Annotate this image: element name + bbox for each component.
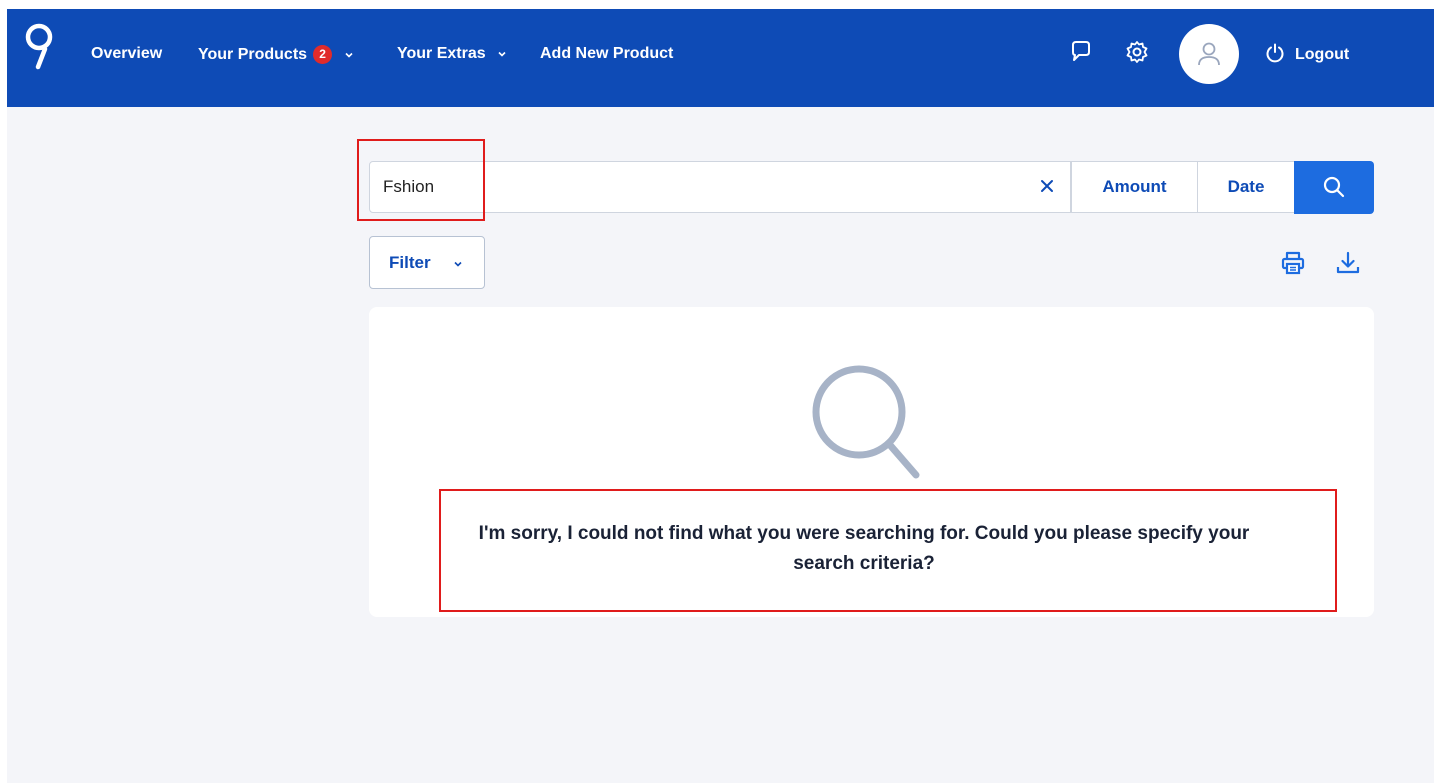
nav-your-extras[interactable]: Your Extras (397, 45, 508, 63)
filter-label: Filter (389, 253, 431, 272)
chevron-down-icon (344, 52, 353, 58)
nav-your-products-label: Your Products (198, 46, 308, 63)
logout-label: Logout (1295, 46, 1350, 63)
products-count-badge: 2 (313, 45, 333, 64)
nav-your-extras-label: Your Extras (397, 45, 486, 62)
results-card: I'm sorry, I could not find what you wer… (369, 307, 1374, 617)
search-icon (1323, 176, 1345, 198)
nav-add-new-product[interactable]: Add New Product (540, 45, 673, 63)
gear-icon[interactable] (1124, 39, 1150, 65)
power-icon (1266, 43, 1284, 63)
close-icon[interactable] (1038, 177, 1056, 195)
search-button[interactable] (1294, 161, 1374, 214)
nav-your-products[interactable]: Your Products 2 (198, 45, 355, 64)
nav-overview-label: Overview (91, 45, 163, 62)
app-frame: Overview Your Products 2 Your Extras Add … (7, 9, 1434, 783)
date-button-label: Date (1227, 177, 1265, 196)
download-icon[interactable] (1335, 250, 1361, 276)
avatar[interactable] (1179, 24, 1239, 84)
chat-icon[interactable] (1068, 39, 1094, 65)
logout-button[interactable]: Logout (1265, 43, 1349, 64)
search-input-highlight (357, 139, 485, 221)
amount-button[interactable]: Amount (1071, 161, 1198, 213)
top-navigation-bar: Overview Your Products 2 Your Extras Add … (7, 9, 1434, 107)
empty-message-highlight (439, 489, 1337, 612)
chevron-down-icon (498, 51, 506, 57)
nav-add-new-product-label: Add New Product (540, 45, 674, 62)
nav-overview[interactable]: Overview (91, 45, 162, 63)
chevron-down-icon (454, 261, 462, 267)
print-icon[interactable] (1280, 250, 1306, 276)
filter-dropdown[interactable]: Filter (369, 236, 485, 289)
magnifier-icon (812, 365, 920, 479)
amount-button-label: Amount (1102, 177, 1167, 196)
logo-icon[interactable] (23, 23, 55, 73)
date-button[interactable]: Date (1197, 161, 1295, 213)
user-icon (1198, 42, 1220, 66)
